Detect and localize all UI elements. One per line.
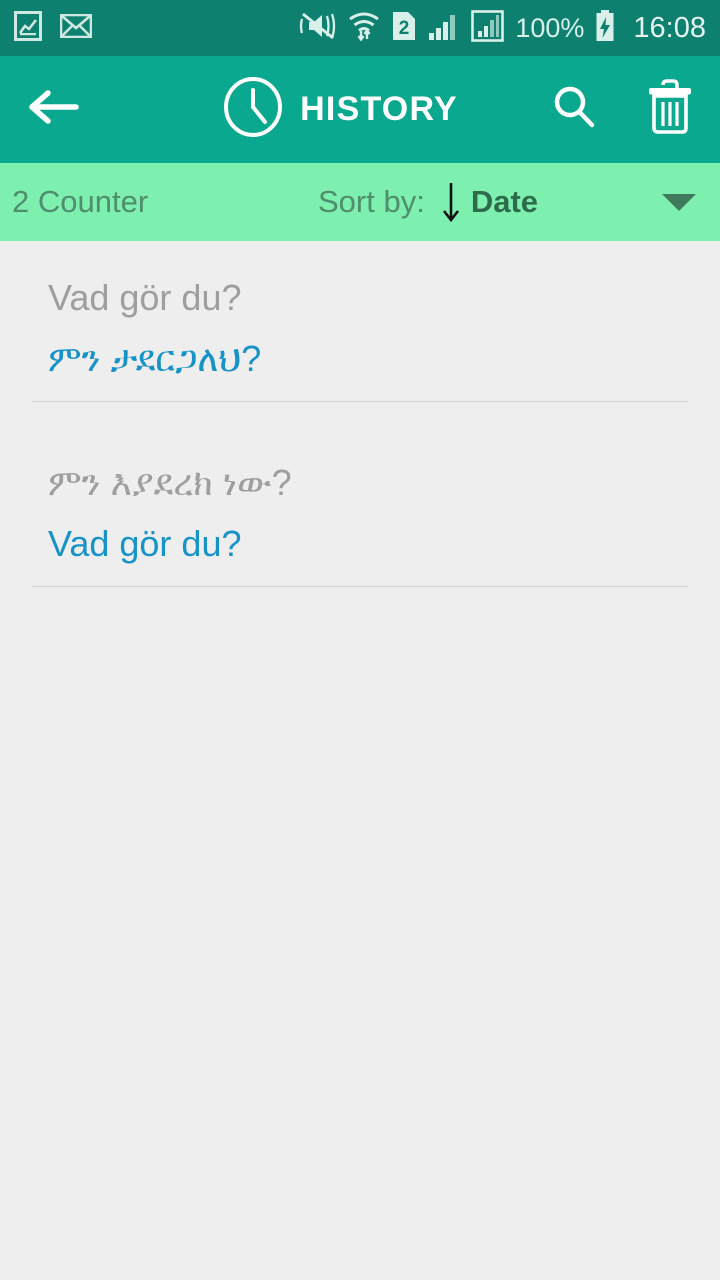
battery-percent-label: 100% — [515, 12, 585, 43]
history-source-text: ምን እያደረክ ነው? — [48, 462, 292, 503]
list-item[interactable]: Vad gör du? ምን ታደርጋለህ? — [0, 241, 720, 426]
signal-bars-icon — [428, 11, 460, 46]
mute-vibrate-icon — [299, 11, 337, 46]
status-bar-right-icons: 2 100% 16:08 — [299, 9, 706, 47]
action-bar: HISTORY — [0, 56, 720, 163]
trash-icon — [645, 79, 695, 140]
mail-icon — [59, 13, 93, 43]
sort-selector[interactable]: Sort by: Date — [318, 179, 538, 225]
photo-icon — [14, 10, 42, 46]
back-button[interactable] — [22, 79, 84, 141]
search-button[interactable] — [546, 80, 602, 140]
clock-icon — [222, 76, 284, 143]
list-divider — [32, 586, 688, 587]
sort-bar: 2 Counter Sort by: Date — [0, 163, 720, 241]
status-bar-left-icons — [14, 10, 93, 46]
history-target-text: ምን ታደርጋለህ? — [48, 338, 262, 379]
delete-history-button[interactable] — [642, 79, 698, 140]
status-bar: 2 100% 16:08 — [0, 0, 720, 56]
sim-card-icon: 2 — [391, 10, 417, 47]
search-icon — [550, 83, 598, 136]
arrow-down-icon[interactable] — [439, 179, 463, 225]
action-bar-actions — [546, 79, 698, 140]
history-target-text: Vad gör du? — [48, 523, 242, 564]
history-source-text: Vad gör du? — [48, 277, 242, 318]
status-bar-clock: 16:08 — [633, 11, 706, 44]
signal-bars-boxed-icon — [471, 9, 505, 47]
sort-by-label: Sort by: — [318, 184, 425, 219]
page-title: HISTORY — [300, 90, 458, 128]
history-counter: 2 Counter — [12, 184, 149, 219]
svg-text:2: 2 — [399, 18, 410, 39]
list-item[interactable]: ምን እያደረክ ነው? Vad gör du? — [0, 426, 720, 611]
caret-down-icon[interactable] — [662, 193, 696, 211]
sort-value-label: Date — [470, 184, 539, 219]
battery-charging-icon — [595, 9, 615, 47]
back-arrow-icon — [26, 87, 80, 132]
wifi-transfer-icon — [348, 11, 380, 46]
list-divider — [32, 401, 688, 402]
history-list: Vad gör du? ምን ታደርጋለህ? ምን እያደረክ ነው? Vad … — [0, 241, 720, 611]
